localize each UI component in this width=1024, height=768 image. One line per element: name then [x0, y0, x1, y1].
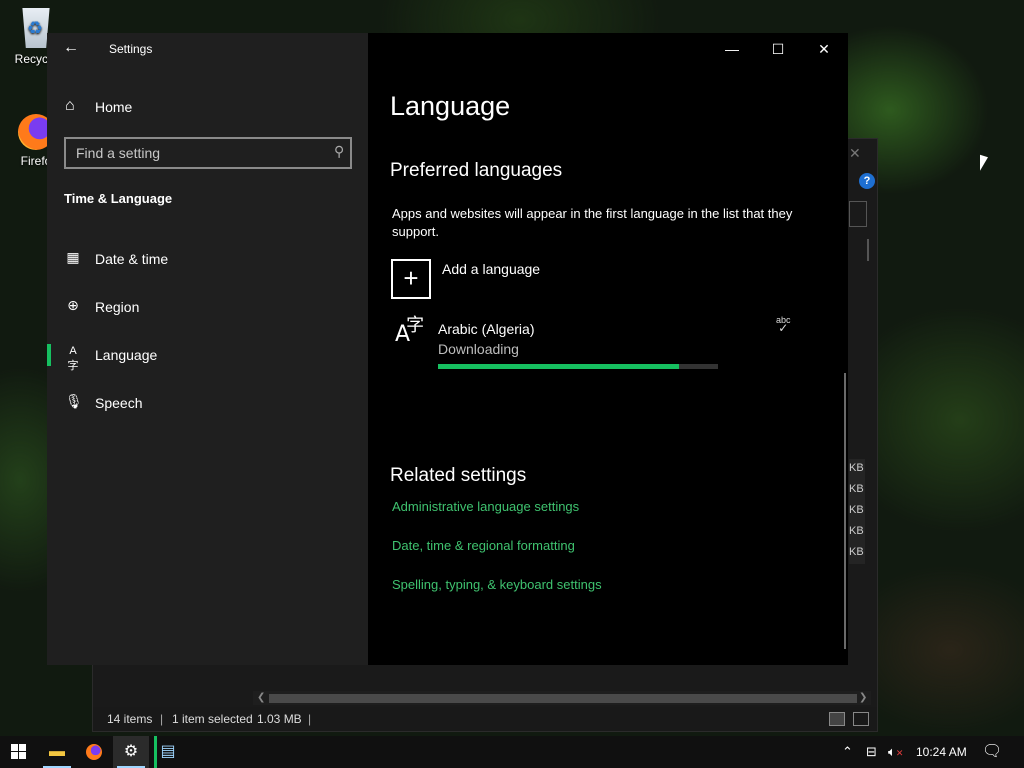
- scroll-left-icon[interactable]: ❮: [257, 691, 265, 705]
- nav-label: Date & time: [95, 251, 169, 267]
- mouse-cursor: [980, 154, 988, 174]
- clock[interactable]: 10:24 AM: [916, 736, 967, 768]
- settings-sidebar: ← Settings ⌂ Home ⚲ Time & Language ▦ Da…: [47, 33, 368, 665]
- taskbar-notepad[interactable]: ▤: [150, 736, 186, 768]
- selection-size: 1.03 MB: [257, 712, 302, 726]
- maximize-button[interactable]: ☐: [755, 33, 801, 65]
- item-count: 14 items: [107, 712, 153, 726]
- taskbar: ▬ ⚙ ▤ ⌃ ⊟ 🔈︎✕ 10:24 AM 🗨︎: [0, 736, 1024, 768]
- size-cell: KB: [849, 543, 865, 564]
- nav-label: Language: [95, 347, 158, 363]
- download-progress-fill: [438, 364, 679, 369]
- nav-date-time[interactable]: ▦ Date & time: [47, 240, 368, 276]
- content-scrollbar[interactable]: [844, 373, 846, 649]
- add-language-button[interactable]: + Add a language: [391, 259, 691, 299]
- microphone-icon: 🎙︎: [65, 393, 83, 409]
- nav-language[interactable]: A字 Language: [47, 336, 368, 372]
- size-cell: KB: [849, 501, 865, 522]
- title-bar: ← Settings: [47, 33, 368, 65]
- language-name: Arabic (Algeria): [438, 321, 535, 337]
- close-button[interactable]: ✕: [801, 33, 847, 65]
- scroll-right-icon[interactable]: ❯: [859, 691, 867, 705]
- divider: |: [160, 712, 164, 726]
- settings-window: ← Settings ⌂ Home ⚲ Time & Language ▦ Da…: [47, 33, 848, 665]
- network-icon[interactable]: ⊟: [866, 736, 877, 768]
- page-title: Language: [390, 91, 511, 121]
- add-language-label: Add a language: [442, 261, 541, 277]
- size-cell: KB: [849, 459, 865, 480]
- settings-gear-icon: ⚙: [123, 743, 139, 760]
- nav-speech[interactable]: 🎙︎ Speech: [47, 384, 368, 420]
- search-box: ⚲: [64, 137, 352, 169]
- notepad-icon: ▤: [160, 743, 176, 760]
- details-view-icon[interactable]: [829, 712, 845, 726]
- app-title: Settings: [109, 42, 153, 56]
- close-icon[interactable]: ✕: [849, 145, 861, 162]
- search-field-partial[interactable]: [849, 201, 867, 227]
- link-regional-formatting[interactable]: Date, time & regional formatting: [392, 538, 575, 553]
- scrollbar-thumb[interactable]: [269, 694, 857, 703]
- windows-logo-icon: [10, 744, 26, 760]
- minimize-button[interactable]: —: [709, 33, 755, 65]
- globe-icon: ⊕: [67, 297, 79, 313]
- show-hidden-icons-icon[interactable]: ⌃: [842, 736, 853, 768]
- download-progress-bar: [438, 364, 718, 369]
- size-cell: KB: [849, 480, 865, 501]
- status-bar: 14 items | 1 item selected 1.03 MB |: [93, 707, 877, 731]
- nav-label: Speech: [95, 395, 143, 411]
- highlight-bar: [154, 736, 157, 768]
- search-icon[interactable]: ⚲: [334, 143, 344, 160]
- settings-content: — ☐ ✕ Language Preferred languages Apps …: [368, 33, 848, 665]
- horizontal-scrollbar[interactable]: ❮ ❯: [253, 691, 871, 705]
- nav-label: Region: [95, 299, 140, 315]
- taskbar-firefox[interactable]: [76, 736, 112, 768]
- size-cell: KB: [849, 522, 865, 543]
- size-column: KB KB KB KB KB: [849, 459, 865, 564]
- language-icon: A字: [67, 345, 79, 372]
- link-administrative-language[interactable]: Administrative language settings: [392, 499, 579, 514]
- preferred-languages-heading: Preferred languages: [390, 160, 563, 181]
- firefox-icon: [86, 743, 102, 760]
- file-explorer-icon: ▬: [49, 743, 65, 760]
- nav-home[interactable]: ⌂ Home: [47, 93, 368, 121]
- large-icons-view-icon[interactable]: [853, 712, 869, 726]
- taskbar-file-explorer[interactable]: ▬: [39, 736, 75, 768]
- taskbar-settings[interactable]: ⚙: [113, 736, 149, 768]
- back-arrow-icon[interactable]: ←: [63, 39, 79, 57]
- related-settings-heading: Related settings: [390, 465, 527, 486]
- volume-muted-icon[interactable]: 🔈︎✕: [888, 736, 903, 768]
- link-spelling-typing-keyboard[interactable]: Spelling, typing, & keyboard settings: [392, 577, 602, 592]
- selection-count: 1 item selected: [172, 712, 253, 726]
- action-center-icon[interactable]: 🗨︎: [982, 736, 1002, 768]
- calendar-clock-icon: ▦: [66, 249, 80, 265]
- selection-indicator: [47, 344, 51, 366]
- language-icon: A字: [395, 315, 425, 347]
- scrollbar[interactable]: [867, 239, 869, 261]
- language-status: Downloading: [438, 341, 519, 357]
- preferred-languages-description: Apps and websites will appear in the fir…: [392, 206, 793, 239]
- nav-region[interactable]: ⊕ Region: [47, 288, 368, 324]
- nav-home-label: Home: [95, 99, 133, 115]
- start-button[interactable]: [0, 736, 36, 768]
- spelling-check-icon: abc ✓: [776, 315, 791, 335]
- divider: |: [308, 712, 312, 726]
- search-input[interactable]: [66, 139, 316, 167]
- home-icon: ⌂: [65, 97, 75, 114]
- language-list-item[interactable]: A字 Arabic (Algeria) Downloading: [391, 315, 811, 375]
- plus-icon: +: [391, 259, 431, 299]
- help-icon[interactable]: ?: [859, 173, 875, 189]
- section-title: Time & Language: [64, 191, 173, 206]
